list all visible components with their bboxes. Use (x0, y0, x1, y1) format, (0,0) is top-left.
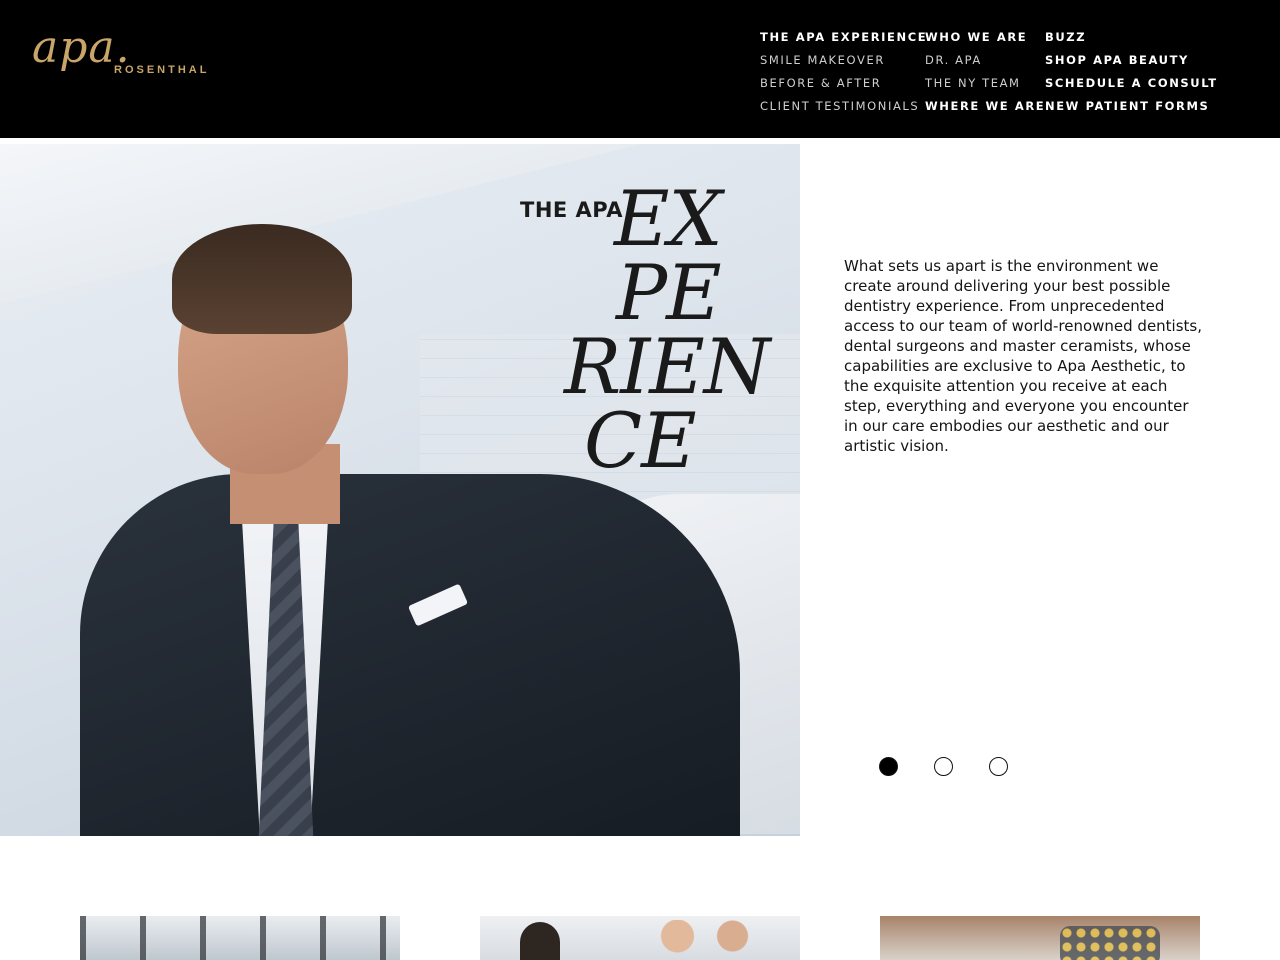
nav-item-schedule-a-consult[interactable]: SCHEDULE A CONSULT (1045, 72, 1218, 95)
nav-item-where-we-are[interactable]: WHERE WE ARE (925, 95, 1045, 118)
nav-item-client-testimonials[interactable]: CLIENT TESTIMONIALS (760, 95, 927, 118)
feature-thumbnail-team[interactable] (480, 916, 800, 960)
nav-column-1: THE APA EXPERIENCE SMILE MAKEOVER BEFORE… (760, 26, 927, 118)
feature-thumbnail-office[interactable] (80, 916, 400, 960)
person-hair (172, 224, 352, 334)
nav-item-dr-apa[interactable]: DR. APA (925, 49, 1045, 72)
slider-pagination (879, 757, 1008, 776)
nav-item-the-ny-team[interactable]: THE NY TEAM (925, 72, 1045, 95)
nav-column-3: BUZZ SHOP APA BEAUTY SCHEDULE A CONSULT … (1045, 26, 1218, 118)
experience-description: What sets us apart is the environment we… (844, 257, 1203, 455)
logo-subtitle: ROSENTHAL (114, 64, 210, 76)
nav-item-buzz[interactable]: BUZZ (1045, 26, 1218, 49)
slider-dot-1[interactable] (879, 757, 898, 776)
hero-title-experience: EX PE RIEN CE (560, 174, 770, 485)
apa-rosenthal-logo[interactable]: apa. ROSENTHAL (32, 26, 272, 86)
nav-item-new-patient-forms[interactable]: NEW PATIENT FORMS (1045, 95, 1218, 118)
slider-dot-2[interactable] (934, 757, 953, 776)
nav-item-shop-apa-beauty[interactable]: SHOP APA BEAUTY (1045, 49, 1218, 72)
slider-dot-3[interactable] (989, 757, 1008, 776)
hero-title-line: EX (614, 174, 723, 263)
site-header: apa. ROSENTHAL THE APA EXPERIENCE SMILE … (0, 0, 1280, 138)
hero-title-line: CE (584, 396, 697, 485)
feature-thumbnail-ceramics[interactable] (880, 916, 1200, 960)
nav-item-smile-makeover[interactable]: SMILE MAKEOVER (760, 49, 927, 72)
hero-title-line: RIEN (564, 322, 770, 411)
nav-item-the-apa-experience[interactable]: THE APA EXPERIENCE (760, 26, 927, 49)
hero-title-line: PE (616, 248, 722, 337)
nav-item-who-we-are[interactable]: WHO WE ARE (925, 26, 1045, 49)
person-suit (80, 474, 740, 836)
nav-column-2: WHO WE ARE DR. APA THE NY TEAM WHERE WE … (925, 26, 1045, 118)
nav-item-before-after[interactable]: BEFORE & AFTER (760, 72, 927, 95)
